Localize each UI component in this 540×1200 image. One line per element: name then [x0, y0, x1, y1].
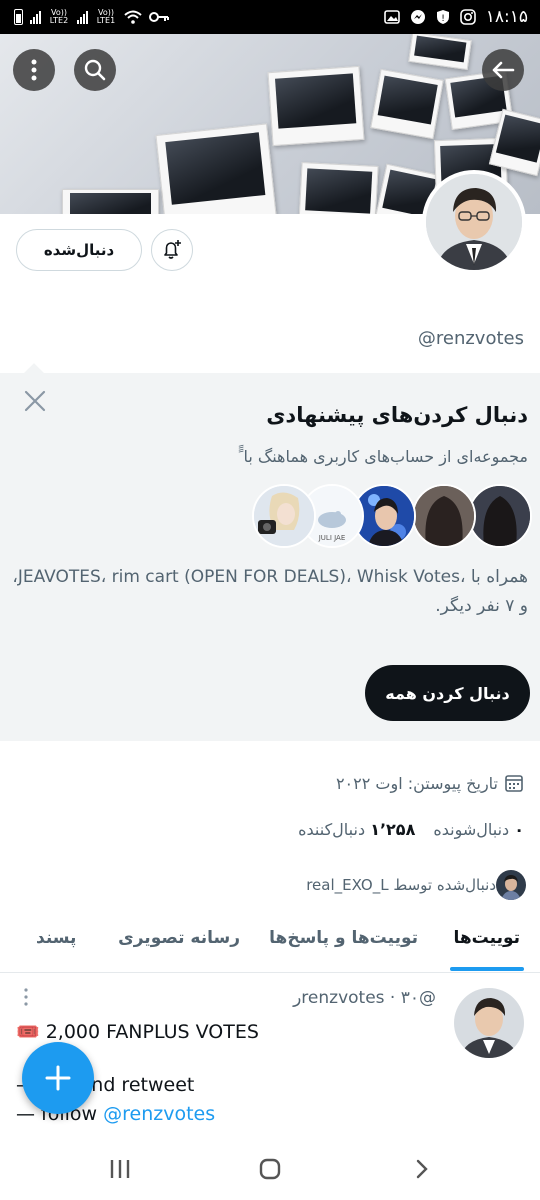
followed-by-avatar — [496, 870, 526, 900]
suggested-subtitle: مجموعه‌ای از حساب‌های کاربری هماهنگ با ً… — [238, 447, 528, 466]
home-icon[interactable] — [258, 1157, 282, 1181]
svg-text:!: ! — [441, 14, 445, 24]
follow-counts: ۰ دنبال‌شونده ۱٬۲۵۸ دنبال‌کننده — [298, 820, 524, 839]
close-icon — [24, 390, 46, 412]
active-tab-indicator — [450, 967, 524, 971]
sim2-label: Vo)) LTE2 — [49, 8, 69, 25]
search-icon — [84, 59, 106, 81]
close-suggested-button[interactable] — [20, 386, 50, 416]
suggested-avatar[interactable] — [412, 484, 476, 548]
suggested-avatar[interactable] — [468, 484, 532, 548]
profile-tabs: توییت‌ها توییت‌ها و پاسخ‌ها رسانه تصویری… — [0, 914, 540, 973]
search-button[interactable] — [74, 49, 116, 91]
back-button[interactable] — [482, 49, 524, 91]
following-count[interactable]: ۰ دنبال‌شونده — [433, 820, 524, 839]
suggested-avatar[interactable] — [252, 484, 316, 548]
messenger-icon — [410, 10, 425, 24]
tweet-header: @renzvotes · ۳۰ر — [293, 988, 436, 1008]
joined-date: تاریخ پیوستن: اوت ۲۰۲۲ — [336, 773, 524, 793]
follow-all-button[interactable]: دنبال کردن همه — [365, 665, 530, 721]
status-bar: Vo)) LTE2 Vo)) LTE1 ! ۱۸:۱۵ — [0, 0, 540, 34]
tweet-more-button[interactable] — [24, 988, 28, 1006]
following-button[interactable]: دنبال‌شده — [16, 229, 142, 271]
profile-handle: @renzvotes — [417, 328, 524, 349]
tab-tweets[interactable]: توییت‌ها — [453, 928, 520, 948]
profile-avatar[interactable] — [422, 170, 526, 274]
suggested-title: دنبال کردن‌های پیشنهادی — [266, 403, 528, 427]
instagram-icon — [459, 9, 476, 25]
more-vertical-icon — [31, 59, 37, 81]
gallery-icon — [383, 10, 400, 24]
tweet-line: 🎟️ 2,000 FANPLUS VOTES — [16, 1021, 259, 1043]
tab-tweets-replies[interactable]: توییت‌ها و پاسخ‌ها — [269, 928, 418, 948]
signal-icon — [77, 10, 88, 24]
clock: ۱۸:۱۵ — [485, 7, 528, 27]
system-nav-bar — [0, 1140, 540, 1200]
recent-apps-icon[interactable] — [108, 1158, 132, 1180]
plus-icon — [45, 1065, 71, 1091]
joined-text: تاریخ پیوستن: اوت ۲۰۲۲ — [335, 773, 498, 793]
signal-icon — [30, 10, 41, 24]
back-arrow-icon — [492, 61, 515, 79]
followed-by-text[interactable]: دنبال‌شده توسط real_EXO_L — [306, 876, 496, 894]
notifications-button[interactable] — [151, 229, 193, 271]
more-options-button[interactable] — [13, 49, 55, 91]
calendar-icon — [505, 775, 523, 792]
suggested-description: همراه با ،JEAVOTES، rim cart (OPEN FOR D… — [12, 567, 528, 616]
suggested-avatar-tag: JULI JAE — [318, 534, 346, 542]
tab-media[interactable]: رسانه تصویری — [118, 928, 240, 948]
back-chevron-icon[interactable] — [412, 1158, 432, 1180]
tab-likes[interactable]: پسند — [36, 928, 76, 948]
battery-icon — [14, 9, 23, 25]
more-vertical-icon — [24, 988, 28, 1006]
compose-tweet-button[interactable] — [22, 1042, 94, 1114]
tweet-mention-link[interactable]: @renzvotes — [103, 1103, 215, 1125]
wifi-icon — [124, 10, 142, 24]
sim1-label: Vo)) LTE1 — [96, 8, 116, 25]
followers-count[interactable]: ۱٬۲۵۸ دنبال‌کننده — [298, 820, 415, 839]
tweet-avatar[interactable] — [454, 988, 524, 1058]
notification-bell-icon — [164, 240, 181, 259]
shield-icon: ! — [436, 10, 449, 24]
vpn-key-icon — [149, 12, 169, 22]
